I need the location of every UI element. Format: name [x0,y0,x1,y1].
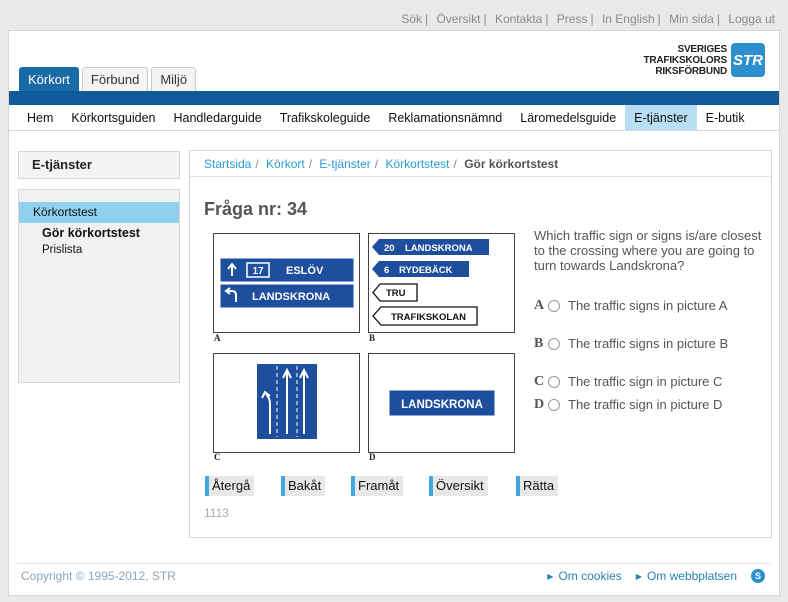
sidebar-title: E-tjänster [18,151,180,179]
question-text: Which traffic sign or signs is/are close… [534,228,762,273]
question-title: Fråga nr: 34 [204,199,308,219]
answer-c[interactable]: C The traffic sign in picture C [534,374,758,390]
sign-image-b: 20 LANDSKRONA 6 RYDEBÄCK TRU TRAFIKSKOLA… [372,239,489,326]
back-to-start-button[interactable]: Återgå [205,476,255,496]
tab-korkort[interactable]: Körkort [19,67,79,91]
answer-a-letter: A [534,298,545,313]
sidebar-menu: Körkortstest Gör körkortstest Prislista [18,189,180,383]
sidebar-item-gor-korkortstest[interactable]: Gör körkortstest [19,224,179,242]
footer-divider [17,563,771,564]
header-band [9,91,779,105]
answer-a-text: The traffic signs in picture A [568,298,728,313]
main-nav: Hem Körkortsguiden Handledarguide Trafik… [9,105,779,131]
sign-image-a: 17 ESLÖV LANDSKRONA [219,257,355,309]
skype-icon[interactable]: S [751,569,765,583]
nav-e-butik[interactable]: E-butik [697,105,754,130]
footer-link-about[interactable]: ▶ Om webbplatsen [636,569,737,583]
page-container: SVERIGES TRAFIKSKOLORS RIKSFÖRBUND STR K… [8,30,780,596]
answer-d[interactable]: D The traffic sign in picture D [534,397,758,413]
utility-links: Sök | Översikt | Kontakta | Press | In Engli… [401,12,775,26]
link-english[interactable]: In English [602,12,655,26]
sign-a-town2: LANDSKRONA [252,291,330,303]
picture-a-label: A [214,333,221,343]
link-press[interactable]: Press [557,12,588,26]
chevron-right-icon: ▶ [635,572,642,581]
answer-d-letter: D [534,397,545,412]
str-logo-mark: STR [731,43,765,77]
overview-button[interactable]: Översikt [429,476,488,496]
nav-korkortsguiden[interactable]: Körkortsguiden [62,105,164,130]
link-my-page[interactable]: Min sida [669,12,714,26]
answer-c-radio[interactable] [548,376,560,388]
sign-b-s2-num: 6 [384,265,389,276]
breadcrumb-e-tjanster[interactable]: E-tjänster [319,157,370,171]
next-button[interactable]: Framåt [351,476,404,496]
sign-a-town1: ESLÖV [286,264,324,277]
str-logo[interactable]: SVERIGES TRAFIKSKOLORS RIKSFÖRBUND STR [643,43,765,77]
link-search[interactable]: Sök [401,12,422,26]
previous-button[interactable]: Bakåt [281,476,326,496]
question-id: 1113 [204,506,229,520]
answer-d-radio[interactable] [548,399,560,411]
answer-c-letter: C [534,374,545,389]
breadcrumb-korkort[interactable]: Körkort [266,157,305,171]
picture-d-label: D [369,452,376,462]
sign-b-s3: TRU [386,288,406,299]
sidebar-item-prislista[interactable]: Prislista [19,242,179,259]
picture-b-label: B [369,333,376,343]
picture-b: 20 LANDSKRONA 6 RYDEBÄCK TRU TRAFIKSKOLA… [368,233,515,333]
footer-links: ▶ Om cookies ▶ Om webbplatsen [533,569,737,583]
answer-b-text: The traffic signs in picture B [568,336,729,351]
sign-a-route: 17 [252,266,264,277]
sidebar-item-korkortstest[interactable]: Körkortstest [19,202,179,223]
sign-image-c [257,364,317,439]
link-contact[interactable]: Kontakta [495,12,542,26]
link-logout[interactable]: Logga ut [728,12,775,26]
nav-laromedelsguide[interactable]: Läromedelsguide [511,105,625,130]
answer-a-radio[interactable] [548,300,560,312]
picture-c [213,353,360,453]
sign-b-s1: LANDSKRONA [405,243,473,254]
nav-handledarguide[interactable]: Handledarguide [164,105,270,130]
sign-image-d: LANDSKRONA [388,389,496,417]
breadcrumb: Startsida / Körkort / E-tjänster / Körkorts… [190,151,771,177]
sign-b-s4: TRAFIKSKOLAN [391,312,466,323]
sign-b-s2: RYDEBÄCK [399,265,453,276]
answer-a[interactable]: A The traffic signs in picture A [534,298,758,314]
breadcrumb-current: Gör körkortstest [464,157,559,171]
breadcrumb-startsida[interactable]: Startsida [204,157,251,171]
picture-d: LANDSKRONA [368,353,515,453]
answer-b[interactable]: B The traffic signs in picture B [534,336,758,352]
tab-miljo[interactable]: Miljö [151,67,197,91]
answer-b-radio[interactable] [548,338,560,350]
answer-c-text: The traffic sign in picture C [568,374,723,389]
tab-forbund[interactable]: Förbund [81,67,149,91]
section-tabs: Körkort Förbund Miljö [19,67,199,91]
sign-b-s1-num: 20 [384,243,395,254]
nav-e-tjanster[interactable]: E-tjänster [625,105,697,130]
sign-d-town: LANDSKRONA [401,399,483,411]
breadcrumb-korkortstest[interactable]: Körkortstest [385,157,449,171]
copyright: Copyright © 1995-2012, STR [21,569,176,583]
answer-b-letter: B [534,336,544,351]
link-overview[interactable]: Översikt [436,12,480,26]
answer-d-text: The traffic sign in picture D [568,397,723,412]
nav-reklamationsnamnd[interactable]: Reklamationsnämnd [379,105,511,130]
nav-hem[interactable]: Hem [18,105,62,130]
content-panel: Startsida / Körkort / E-tjänster / Körkorts… [189,150,772,538]
chevron-right-icon: ▶ [547,572,554,581]
correct-button[interactable]: Rätta [516,476,559,496]
picture-c-label: C [214,452,221,462]
picture-a: 17 ESLÖV LANDSKRONA [213,233,360,333]
footer-link-cookies[interactable]: ▶ Om cookies [547,569,622,583]
nav-trafikskoleguide[interactable]: Trafikskoleguide [271,105,380,130]
